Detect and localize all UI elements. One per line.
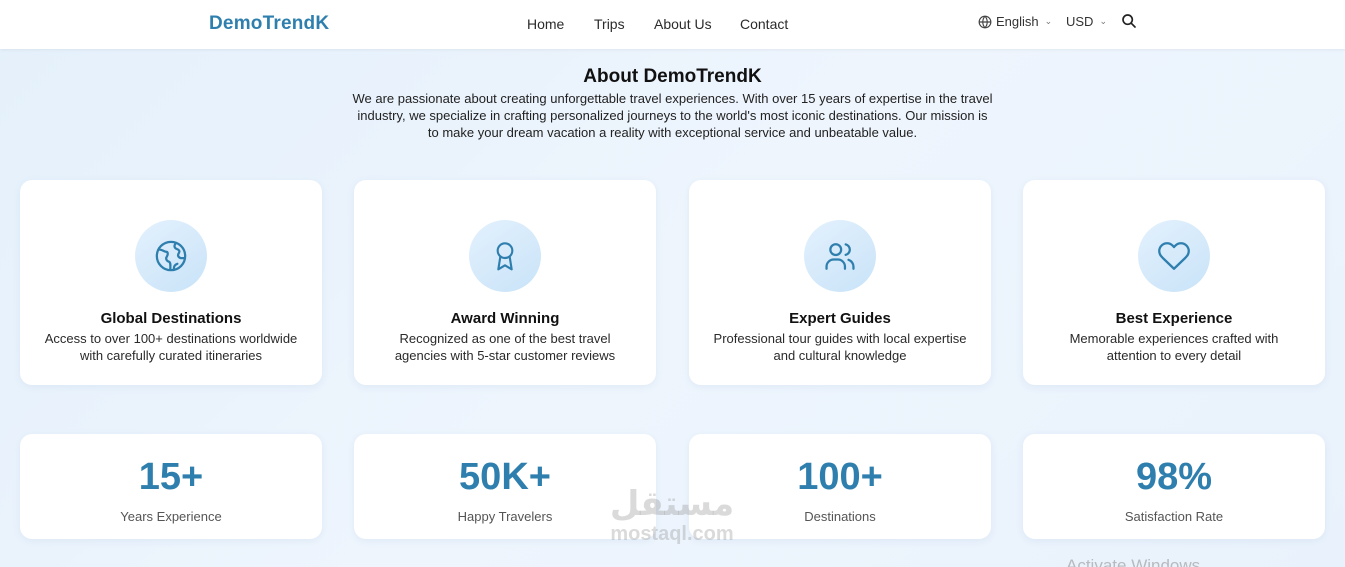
nav-contact[interactable]: Contact — [740, 16, 788, 32]
stat-value: 50K+ — [459, 456, 551, 498]
currency-label: USD — [1066, 14, 1094, 29]
globe-small-icon — [978, 15, 992, 28]
feature-description: Memorable experiences crafted with atten… — [1069, 331, 1279, 363]
feature-title: Expert Guides — [789, 310, 891, 327]
language-label: English — [996, 14, 1039, 29]
stat-card-satisfaction: 98% Satisfaction Rate — [1023, 434, 1325, 539]
feature-card-best-experience: Best Experience Memorable experiences cr… — [1023, 180, 1325, 385]
stat-label: Happy Travelers — [457, 509, 553, 524]
feature-icon-wrap — [469, 220, 541, 292]
feature-title: Award Winning — [450, 310, 560, 327]
feature-title: Global Destinations — [100, 310, 242, 327]
stat-label: Satisfaction Rate — [1124, 509, 1224, 524]
feature-description: Recognized as one of the best travel age… — [394, 331, 616, 363]
feature-icon-wrap — [1138, 220, 1210, 292]
chevron-down-icon: ⌄ — [1044, 16, 1053, 26]
chevron-down-icon: ⌄ — [1099, 16, 1107, 26]
feature-card-global-destinations: Global Destinations Access to over 100+ … — [20, 180, 322, 385]
site-header: DemoTrendK Home Trips About Us Contact E… — [0, 0, 1345, 49]
feature-icon-wrap — [135, 220, 207, 292]
search-icon — [1122, 14, 1136, 28]
stat-card-destinations: 100+ Destinations — [689, 434, 991, 539]
search-button[interactable] — [1121, 13, 1137, 34]
feature-description: Professional tour guides with local expe… — [713, 331, 967, 363]
feature-card-expert-guides: Expert Guides Professional tour guides w… — [689, 180, 991, 385]
about-description: We are passionate about creating unforge… — [352, 91, 993, 140]
globe-icon — [155, 240, 187, 272]
site-logo[interactable]: DemoTrendK — [209, 13, 329, 35]
stat-value: 15+ — [138, 456, 204, 498]
stat-value: 100+ — [797, 456, 883, 498]
stat-label: Destinations — [804, 509, 876, 524]
feature-card-award-winning: Award Winning Recognized as one of the b… — [354, 180, 656, 385]
feature-description: Access to over 100+ destinations worldwi… — [44, 331, 298, 363]
feature-icon-wrap — [804, 220, 876, 292]
stat-value: 98% — [1135, 456, 1213, 498]
activate-windows-overlay: Activate Windows — [1066, 556, 1201, 567]
stat-card-years: 15+ Years Experience — [20, 434, 322, 539]
nav-home[interactable]: Home — [527, 16, 564, 32]
nav-trips[interactable]: Trips — [594, 16, 625, 32]
stat-card-travelers: 50K+ Happy Travelers — [354, 434, 656, 539]
language-selector[interactable]: English ⌄ — [978, 14, 1052, 29]
about-title: About DemoTrendK — [583, 66, 762, 87]
users-icon — [825, 243, 855, 270]
nav-about-us[interactable]: About Us — [654, 16, 712, 32]
stat-label: Years Experience — [120, 509, 222, 524]
award-icon — [496, 242, 514, 271]
currency-selector[interactable]: USD ⌄ — [1066, 14, 1107, 29]
feature-title: Best Experience — [1115, 310, 1233, 327]
heart-icon — [1158, 242, 1190, 270]
